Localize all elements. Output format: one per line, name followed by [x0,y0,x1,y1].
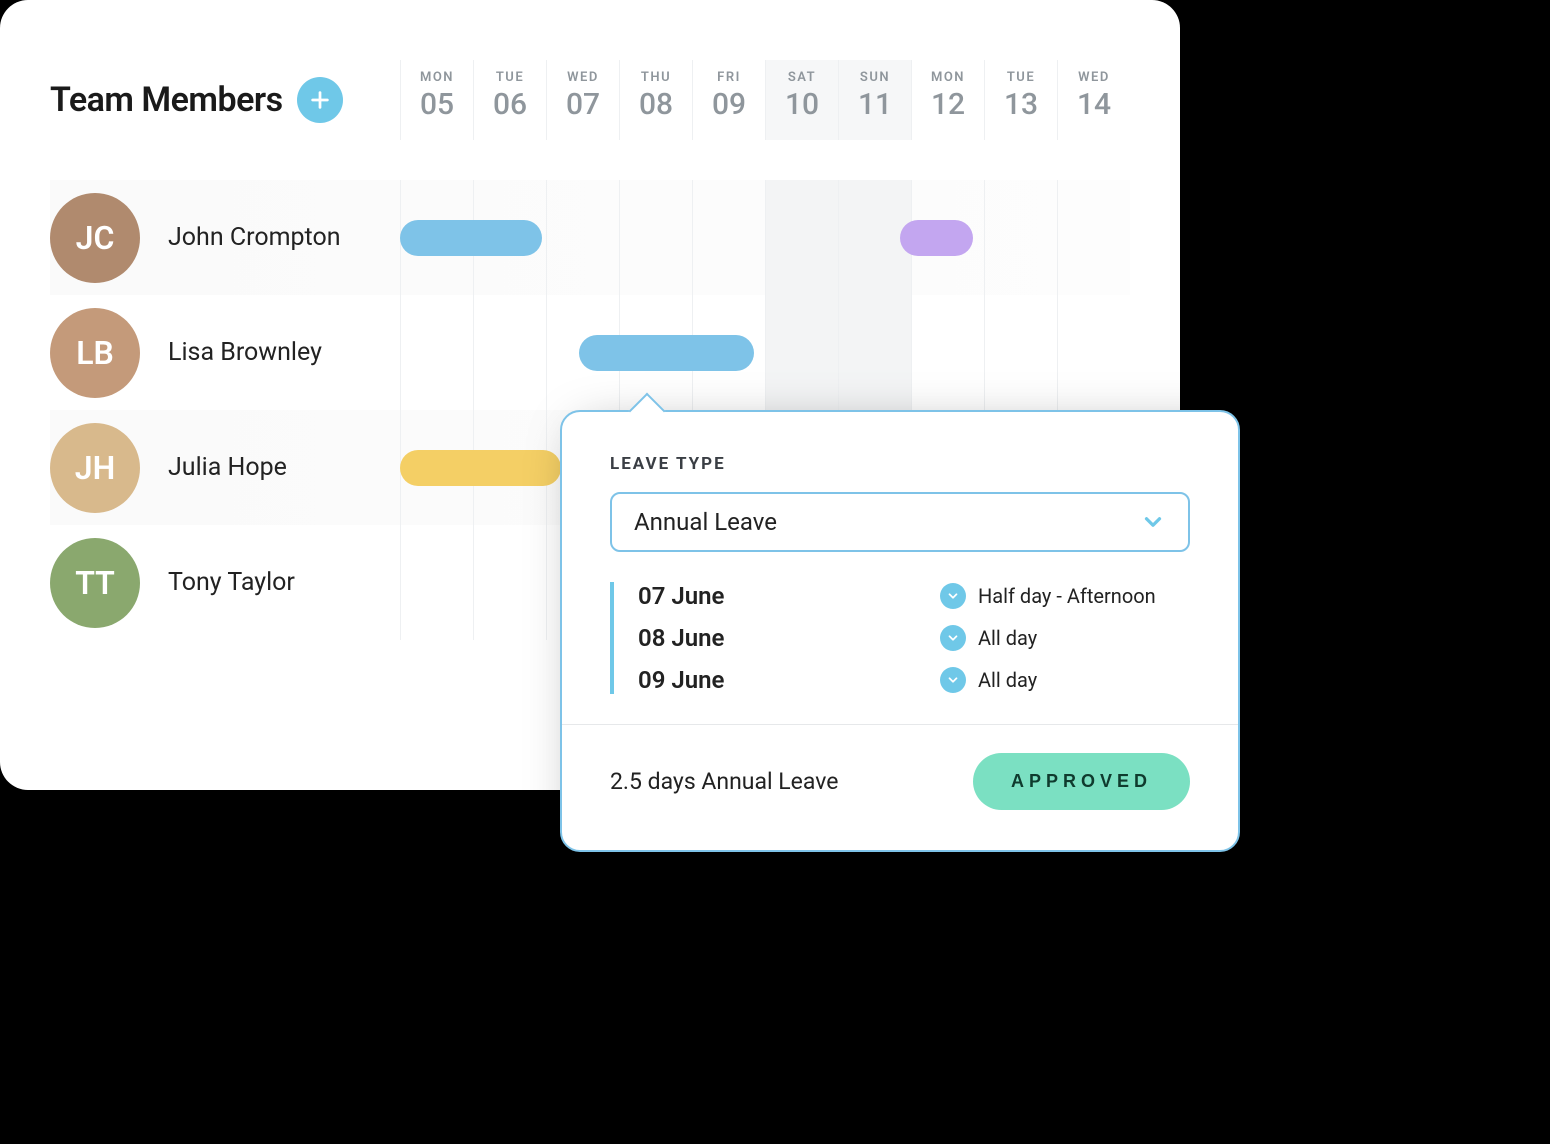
member-name: John Crompton [168,223,341,252]
day-of-week: WED [1058,70,1130,85]
day-column[interactable]: WED 07 [546,60,619,140]
timeline-cell[interactable] [765,180,838,295]
date-row: 07 June Half day - Afternoon [638,582,1190,610]
date-label: 07 June [638,582,724,610]
day-column[interactable]: SAT 10 [765,60,838,140]
date-label: 09 June [638,666,724,694]
leave-popover: LEAVE TYPE Annual Leave 07 June Half day … [560,410,1240,852]
timeline-cell[interactable] [911,295,984,410]
day-number: 09 [693,87,765,122]
duration-select[interactable]: All day [940,625,1190,651]
timeline-cell[interactable] [400,525,473,640]
member-info: LB Lisa Brownley [50,308,400,398]
timeline-cell[interactable] [473,295,546,410]
member-info: JC John Crompton [50,193,400,283]
day-header: MON05TUE06WED07THU08FRI09SAT10SUN11MON12… [400,60,1130,140]
day-number: 05 [401,87,473,122]
day-column[interactable]: FRI 09 [692,60,765,140]
member-name: Lisa Brownley [168,338,322,367]
day-of-week: WED [547,70,619,85]
day-column[interactable]: MON 05 [400,60,473,140]
day-number: 06 [474,87,546,122]
duration-label: All day [978,626,1037,650]
member-name: Julia Hope [168,453,287,482]
timeline-cell[interactable] [1057,295,1130,410]
day-of-week: SUN [839,70,911,85]
day-number: 11 [839,87,911,122]
add-member-button[interactable] [297,77,343,123]
avatar[interactable]: TT [50,538,140,628]
day-number: 14 [1058,87,1130,122]
duration-label: All day [978,668,1037,692]
chevron-down-icon [940,583,966,609]
day-column[interactable]: TUE 13 [984,60,1057,140]
day-number: 10 [766,87,838,122]
plus-icon [309,89,331,111]
popover-footer: 2.5 days Annual Leave APPROVED [610,753,1190,810]
header-row: Team Members MON05TUE06WED07THU08FRI09SA… [50,60,1130,140]
day-number: 12 [912,87,984,122]
day-number: 07 [547,87,619,122]
date-list: 07 June Half day - Afternoon 08 June All da… [610,582,1190,694]
timeline-cell[interactable] [692,180,765,295]
timeline [400,180,1130,295]
day-number: 13 [985,87,1057,122]
leave-bar[interactable] [400,220,542,256]
chevron-down-icon [940,625,966,651]
leave-bar[interactable] [400,450,561,486]
timeline-cell[interactable] [546,180,619,295]
timeline-cell[interactable] [400,295,473,410]
timeline-cell[interactable] [619,180,692,295]
day-of-week: TUE [985,70,1057,85]
leave-type-value: Annual Leave [634,508,777,536]
day-column[interactable]: TUE 06 [473,60,546,140]
day-of-week: MON [401,70,473,85]
leave-type-select[interactable]: Annual Leave [610,492,1190,552]
avatar[interactable]: JH [50,423,140,513]
leave-type-label: LEAVE TYPE [610,454,1190,474]
leave-bar[interactable] [579,335,754,371]
day-number: 08 [620,87,692,122]
day-column[interactable]: MON 12 [911,60,984,140]
status-badge[interactable]: APPROVED [973,753,1190,810]
timeline-cell[interactable] [1057,180,1130,295]
timeline [400,295,1130,410]
day-of-week: MON [912,70,984,85]
day-of-week: SAT [766,70,838,85]
timeline-cell[interactable] [984,180,1057,295]
member-row: JC John Crompton [50,180,1130,295]
page-title: Team Members [50,80,283,120]
day-column[interactable]: THU 08 [619,60,692,140]
title-block: Team Members [50,77,400,123]
chevron-down-icon [940,667,966,693]
day-column[interactable]: WED 14 [1057,60,1130,140]
timeline-cell[interactable] [838,295,911,410]
date-row: 08 June All day [638,624,1190,652]
timeline-cell[interactable] [984,295,1057,410]
timeline-cell[interactable] [473,525,546,640]
duration-label: Half day - Afternoon [978,584,1156,608]
date-row: 09 June All day [638,666,1190,694]
member-info: JH Julia Hope [50,423,400,513]
day-column[interactable]: SUN 11 [838,60,911,140]
day-of-week: TUE [474,70,546,85]
member-name: Tony Taylor [168,568,295,597]
timeline-cell[interactable] [765,295,838,410]
duration-select[interactable]: All day [940,667,1190,693]
chevron-down-icon [1140,509,1166,535]
duration-select[interactable]: Half day - Afternoon [940,583,1190,609]
avatar[interactable]: LB [50,308,140,398]
date-label: 08 June [638,624,724,652]
leave-summary: 2.5 days Annual Leave [610,768,838,795]
member-row: LB Lisa Brownley [50,295,1130,410]
divider [562,724,1238,725]
leave-bar[interactable] [900,220,973,256]
avatar[interactable]: JC [50,193,140,283]
member-info: TT Tony Taylor [50,538,400,628]
day-of-week: FRI [693,70,765,85]
day-of-week: THU [620,70,692,85]
